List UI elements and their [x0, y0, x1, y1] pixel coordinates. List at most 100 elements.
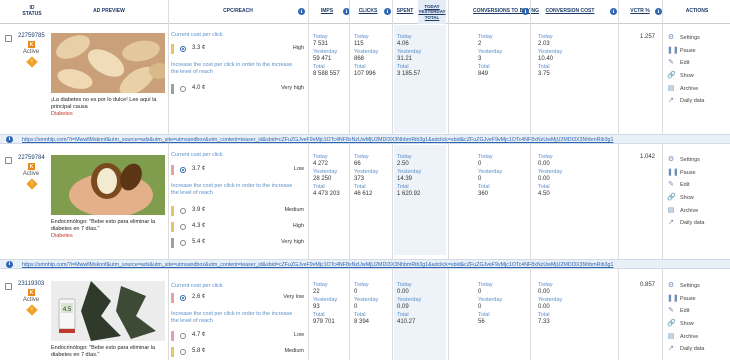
ad-image[interactable] [51, 155, 165, 215]
ad-image[interactable]: 4.5 [51, 281, 165, 341]
bid-option[interactable]: 4.0 ¢ Very high [171, 84, 304, 94]
vctr-value: 1.042 [640, 154, 656, 160]
chart-line-icon: ↗ [668, 97, 674, 105]
ad-id[interactable]: 23119303 [18, 281, 44, 287]
svg-text:4.5: 4.5 [63, 307, 72, 313]
header-cpc-reach: CPC/REACH [223, 8, 253, 15]
ad-id[interactable]: 22759784 [18, 155, 45, 161]
header-id-status[interactable]: ID STATUS [18, 0, 46, 24]
link-icon: 🔗 [667, 72, 676, 80]
url-bar: i https://smnhlp.com/?i=MwwllMsknnf&utm_… [0, 134, 730, 144]
bid-radio[interactable] [180, 295, 186, 301]
chart-line-icon: ↗ [668, 219, 674, 227]
bid-option[interactable]: 5.4 ¢ Very high [171, 238, 304, 248]
tracking-url-link[interactable]: https://smnhlp.com/?i=MwwllMsknnf&utm_so… [22, 137, 662, 143]
pause-icon: ❚❚ [667, 46, 679, 54]
bid-radio[interactable] [180, 46, 186, 52]
conversions-info-icon[interactable]: i [522, 8, 529, 15]
conversions-stats: Today 0 Yesterday 0 Total 360 [478, 154, 503, 197]
clicks-info-icon[interactable]: i [384, 8, 391, 15]
header-clicks[interactable]: CLICKS [352, 0, 384, 24]
header-spent[interactable]: SPENT [394, 0, 416, 24]
edit-action[interactable]: ✎ Edit [667, 57, 727, 70]
gear-icon: ⚙ [667, 34, 675, 42]
archive-icon: ▤ [667, 206, 675, 214]
show-action[interactable]: 🔗 Show [667, 318, 727, 331]
ad-id[interactable]: 22759785 [18, 33, 45, 39]
bid-radio[interactable] [180, 240, 186, 246]
ad-title[interactable]: Endocrinólogo: "Bebe esto para eliminar … [51, 219, 167, 233]
row-checkbox[interactable] [5, 35, 12, 42]
current-cost-label: Current cost per click [171, 152, 223, 158]
bid-option[interactable]: 4.3 ¢ High [171, 222, 304, 232]
header-today-yesterday-total[interactable]: TODAY YESTERDAY TOTAL [418, 0, 446, 24]
bid-option-current[interactable]: 3.7 ¢ Low [171, 165, 304, 175]
glucometer-image-icon: 4.5 [51, 281, 165, 341]
vctr-value: 1.257 [640, 34, 656, 40]
header-imps[interactable]: IMPS [311, 0, 343, 24]
header-vctr[interactable]: VCTR % [628, 0, 652, 24]
increase-hint: Increase the cost per click in order to … [171, 311, 293, 325]
daily-data-action[interactable]: ↗ Daily data [667, 95, 727, 108]
show-action[interactable]: 🔗 Show [667, 70, 727, 83]
conv-cost-info-icon[interactable]: i [610, 8, 617, 15]
url-info-icon[interactable]: i [6, 136, 13, 143]
pause-icon: ❚❚ [667, 168, 679, 176]
increase-hint: Increase the cost per click in order to … [171, 62, 293, 76]
warning-icon[interactable]: ! [26, 304, 38, 316]
show-action[interactable]: 🔗 Show [667, 192, 727, 205]
gear-icon: ⚙ [667, 282, 675, 290]
status-label: Active [22, 171, 40, 177]
bid-option[interactable]: 5.8 ¢ Medium [171, 347, 304, 357]
edit-action[interactable]: ✎ Edit [667, 179, 727, 192]
bid-option-current[interactable]: 2.6 ¢ Very low [171, 293, 304, 303]
bid-radio[interactable] [180, 167, 186, 173]
daily-data-action[interactable]: ↗ Daily data [667, 343, 727, 356]
header-conversions[interactable]: CONVERSIONS TO BUYING [470, 0, 542, 24]
warning-icon[interactable]: ! [26, 178, 38, 190]
settings-action[interactable]: ⚙ Settings [667, 280, 727, 293]
row-actions: ⚙ Settings ❚❚ Pause ✎ Edit 🔗 Show ▤ Archive ↗… [667, 280, 727, 356]
ad-image[interactable] [51, 33, 165, 93]
archive-action[interactable]: ▤ Archive [667, 330, 727, 343]
bid-radio[interactable] [180, 208, 186, 214]
row-checkbox[interactable] [5, 283, 12, 290]
ad-category: Diabetes [51, 111, 73, 117]
bid-option[interactable]: 4.7 ¢ Low [171, 331, 304, 341]
daily-data-action[interactable]: ↗ Daily data [667, 217, 727, 230]
archive-action[interactable]: ▤ Archive [667, 204, 727, 217]
bid-option-current[interactable]: 3.3 ¢ High [171, 44, 304, 54]
bid-radio[interactable] [180, 349, 186, 355]
archive-action[interactable]: ▤ Archive [667, 82, 727, 95]
bid-radio[interactable] [180, 86, 186, 92]
bid-option[interactable]: 3.9 ¢ Medium [171, 206, 304, 216]
cashew-image-icon [51, 33, 165, 93]
pencil-icon: ✎ [668, 307, 674, 315]
edit-action[interactable]: ✎ Edit [667, 305, 727, 318]
settings-action[interactable]: ⚙ Settings [667, 32, 727, 45]
bid-radio[interactable] [180, 333, 186, 339]
header-conversion-cost[interactable]: CONVERSION COST [540, 0, 600, 24]
url-info-icon[interactable]: i [6, 261, 13, 268]
conversion-cost-stats: Today 0.00 Yesterday 0.00 Total 7.33 [538, 282, 563, 325]
ad-title[interactable]: ¡La diabetes no es por lo dulce! Lee aqu… [51, 97, 167, 111]
cpc-info-icon[interactable]: i [298, 8, 305, 15]
spent-stats: Today 4.06 Yesterday 31.21 Total 3 185.57 [397, 34, 422, 77]
settings-action[interactable]: ⚙ Settings [667, 154, 727, 167]
url-bar: i https://smnhlp.com/?i=MwwllMsknnf&utm_… [0, 259, 730, 269]
warning-icon[interactable]: ! [26, 56, 38, 68]
row-checkbox[interactable] [5, 157, 12, 164]
archive-icon: ▤ [667, 84, 675, 92]
archive-icon: ▤ [667, 332, 675, 340]
pause-action[interactable]: ❚❚ Pause [667, 293, 727, 306]
ad-title[interactable]: Endocrinólogo: "Bebe esto para eliminar … [51, 345, 167, 359]
vctr-info-icon[interactable]: i [655, 8, 662, 15]
pause-action[interactable]: ❚❚ Pause [667, 45, 727, 58]
pause-action[interactable]: ❚❚ Pause [667, 167, 727, 180]
status-label: Active [22, 49, 40, 55]
conversions-stats: Today 2 Yesterday 3 Total 849 [478, 34, 503, 77]
bid-radio[interactable] [180, 224, 186, 230]
tracking-url-link[interactable]: https://smnhlp.com/?i=MwwllMsknnf&utm_so… [22, 262, 662, 268]
header-actions: ACTIONS [685, 8, 709, 15]
conversion-cost-stats: Today 2.03 Yesterday 10.40 Total 3.75 [538, 34, 563, 77]
